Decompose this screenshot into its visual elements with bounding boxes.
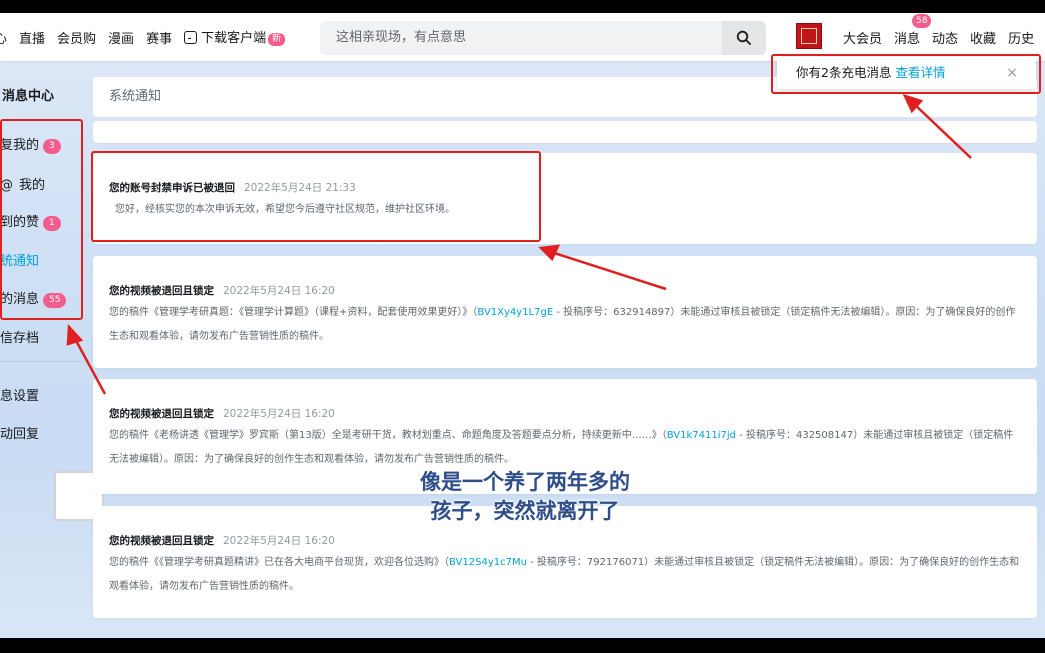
arrow-to-popup xyxy=(911,101,972,159)
screen: 心 直播 会员购 漫画 赛事 下载客户端新 这相亲现场，有点意思 大会员 消息 5… xyxy=(0,13,1045,638)
arrow-to-card xyxy=(547,249,667,291)
arrow-head xyxy=(538,244,561,262)
annotation-arrows xyxy=(66,93,972,395)
arrow-to-sidebar xyxy=(71,334,107,395)
arrow-head xyxy=(66,323,84,346)
video-caption: 像是一个养了两年多的孩子，突然就离开了 xyxy=(420,470,630,523)
